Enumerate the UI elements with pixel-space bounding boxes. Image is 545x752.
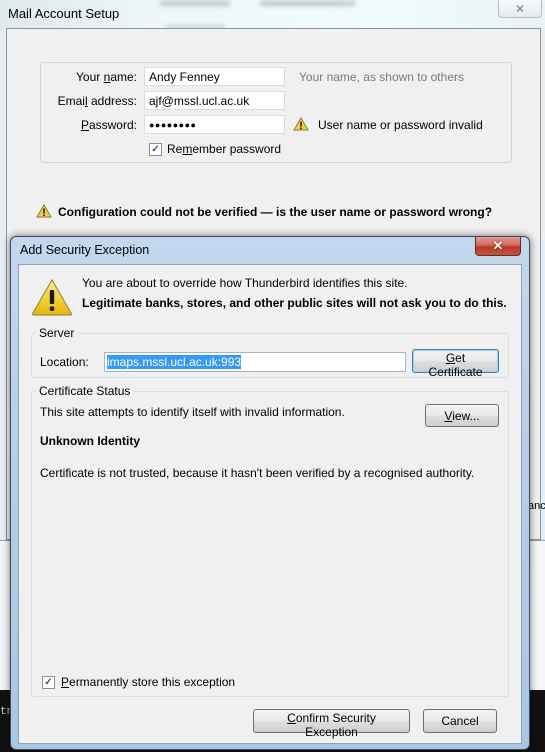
name-hint: Your name, as shown to others (299, 70, 464, 84)
close-icon: ✕ (514, 1, 526, 16)
remember-password-label[interactable]: Remember password (167, 142, 281, 156)
warning-text: You are about to override how Thunderbir… (82, 276, 408, 290)
remember-password-checkbox[interactable]: ✓ (149, 143, 162, 156)
email-label: Email address: (57, 94, 137, 108)
warning-text-bold: Legitimate banks, stores, and other publ… (82, 296, 507, 310)
dialog-body: You are about to override how Thunderbir… (18, 264, 522, 744)
permanently-store-label[interactable]: Permanently store this exception (61, 675, 235, 689)
certificate-summary: This site attempts to identify itself wi… (40, 405, 345, 419)
configuration-error-message: Configuration could not be verified — is… (58, 205, 493, 219)
cancel-button[interactable]: Cancel (423, 709, 497, 733)
certificate-status-legend: Certificate Status (36, 384, 134, 398)
server-legend: Server (36, 326, 78, 340)
get-certificate-button[interactable]: Get Certificate (412, 349, 499, 379)
password-label: Password: (80, 118, 137, 132)
checkmark-icon: ✓ (151, 144, 160, 155)
add-security-exception-dialog: Add Security Exception ✕ You are about t… (10, 236, 530, 750)
checkmark-icon: ✓ (44, 677, 53, 688)
email-input[interactable]: ajf@mssl.ucl.ac.uk (144, 91, 285, 110)
confirm-security-exception-button[interactable]: Confirm Security Exception (253, 709, 410, 739)
permanently-store-checkbox[interactable]: ✓ (42, 676, 55, 689)
warning-icon (36, 204, 52, 218)
warning-icon (293, 117, 309, 131)
password-input[interactable]: ●●●●●●●● (144, 115, 285, 134)
server-group: Server Location: imaps.mssl.ucl.ac.uk:99… (31, 326, 509, 379)
location-label: Location: (40, 355, 89, 369)
certificate-detail: Certificate is not trusted, because it h… (40, 466, 475, 480)
window-title: Mail Account Setup (8, 6, 120, 21)
background-button-fragment: anc (528, 500, 545, 512)
certificate-status-group: Certificate Status This site attempts to… (31, 384, 509, 697)
close-button[interactable]: ✕ (498, 0, 542, 18)
unknown-identity-heading: Unknown Identity (40, 434, 140, 448)
close-button[interactable]: ✕ (475, 237, 521, 256)
close-icon: ✕ (492, 238, 504, 253)
name-input[interactable]: Andy Fenney (144, 67, 285, 86)
location-value: imaps.mssl.ucl.ac.uk:993 (107, 355, 242, 369)
location-input[interactable]: imaps.mssl.ucl.ac.uk:993 (104, 352, 406, 372)
warning-icon (32, 278, 72, 316)
account-form: Your name: Andy Fenney Your name, as sho… (40, 62, 512, 163)
view-certificate-button[interactable]: View... (425, 404, 499, 427)
dialog-title: Add Security Exception (20, 243, 150, 257)
password-error: User name or password invalid (318, 118, 483, 132)
name-label: Your name: (76, 70, 137, 84)
